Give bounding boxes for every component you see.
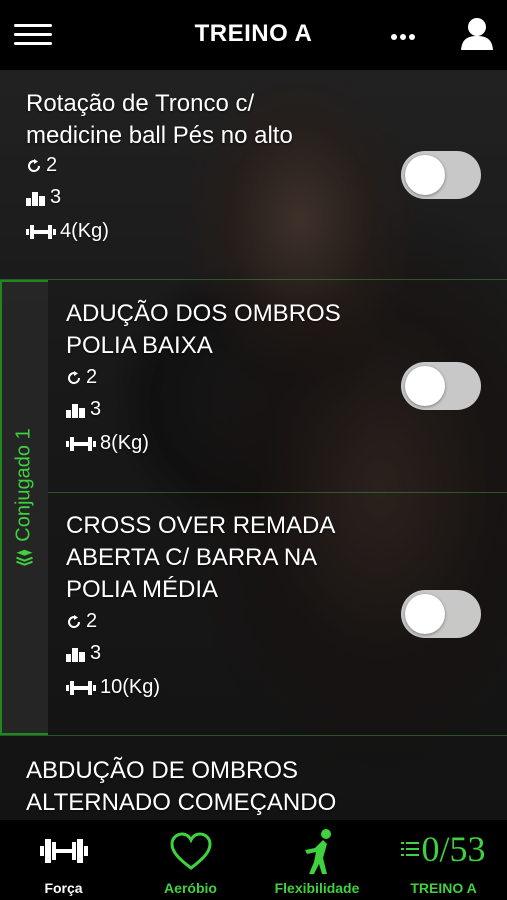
sets-stat: 3	[66, 642, 101, 665]
nav-label-flexibilidade: Flexibilidade	[274, 880, 360, 896]
dumbbell-icon	[66, 680, 96, 695]
series-stat: 2	[26, 154, 57, 177]
repeat-icon	[28, 158, 41, 172]
series-value: 2	[46, 154, 58, 176]
series-stat: 2	[66, 610, 97, 633]
exercise-item[interactable]: CROSS OVER REMADA ABERTA C/ BARRA NA POL…	[0, 492, 507, 735]
done-toggle[interactable]	[401, 590, 481, 638]
weight-stat: 4(Kg)	[26, 220, 109, 243]
exercise-item[interactable]: Rotação de Tronco c/ medicine ball Pés n…	[0, 70, 507, 280]
weight-value: 10(Kg)	[100, 676, 161, 698]
heart-icon	[170, 832, 212, 870]
top-bar: TREINO A	[0, 0, 507, 70]
exercise-name: ABDUÇÃO DE OMBROS ALTERNADO COMEÇANDO	[26, 757, 337, 816]
progress-counter: 0/53	[380, 828, 507, 870]
nav-aerobio[interactable]: Aeróbio	[127, 820, 254, 900]
sets-stat: 3	[66, 398, 101, 421]
exercise-name: CROSS OVER REMADA ABERTA C/ BARRA NA POL…	[66, 512, 336, 603]
weight-value: 4(Kg)	[60, 220, 109, 242]
bars-icon	[26, 191, 45, 206]
nav-forca[interactable]: Força	[0, 820, 127, 900]
toggle-knob	[405, 594, 445, 634]
done-toggle[interactable]	[401, 151, 481, 199]
weight-stat: 8(Kg)	[66, 432, 149, 455]
exercise-item[interactable]: ABDUÇÃO DE OMBROS ALTERNADO COMEÇANDO	[0, 735, 507, 820]
page-title: TREINO A	[194, 20, 313, 47]
exercise-name: Rotação de Tronco c/ medicine ball Pés n…	[26, 90, 293, 149]
exercise-list[interactable]: Rotação de Tronco c/ medicine ball Pés n…	[0, 70, 507, 820]
series-value: 2	[86, 610, 98, 632]
series-value: 2	[86, 366, 98, 388]
sets-value: 3	[90, 398, 102, 420]
progress-count: 0/53	[421, 829, 486, 869]
dumbbell-icon	[66, 436, 96, 451]
repeat-icon	[68, 370, 81, 384]
nav-treino[interactable]: 0/53 TREINO A	[380, 820, 507, 900]
sets-stat: 3	[26, 186, 61, 209]
dumbbell-icon	[40, 839, 88, 863]
sets-value: 3	[90, 642, 102, 664]
bars-icon	[66, 403, 85, 418]
exercise-item[interactable]: ADUÇÃO DOS OMBROS POLIA BAIXA 2 3 8(Kg)	[0, 280, 507, 492]
bars-icon	[66, 647, 85, 662]
exercise-name: ADUÇÃO DOS OMBROS POLIA BAIXA	[66, 300, 341, 359]
repeat-icon	[68, 614, 81, 628]
toggle-knob	[405, 366, 445, 406]
stretch-figure-icon	[305, 829, 331, 874]
list-icon	[401, 842, 420, 856]
weight-value: 8(Kg)	[100, 432, 149, 454]
nav-flexibilidade[interactable]: Flexibilidade	[254, 820, 380, 900]
nav-label-aerobio: Aeróbio	[164, 880, 217, 896]
more-dots-icon[interactable]	[388, 20, 418, 50]
sets-value: 3	[50, 186, 62, 208]
nav-label-forca: Força	[44, 880, 83, 896]
user-icon[interactable]	[460, 16, 494, 52]
weight-stat: 10(Kg)	[66, 676, 160, 699]
bottom-nav: Força Aeróbio Flexibilidade 0/53 TREINO …	[0, 820, 507, 900]
toggle-knob	[405, 155, 445, 195]
done-toggle[interactable]	[401, 362, 481, 410]
nav-label-treino: TREINO A	[410, 880, 477, 896]
series-stat: 2	[66, 366, 97, 389]
dumbbell-icon	[26, 224, 56, 239]
